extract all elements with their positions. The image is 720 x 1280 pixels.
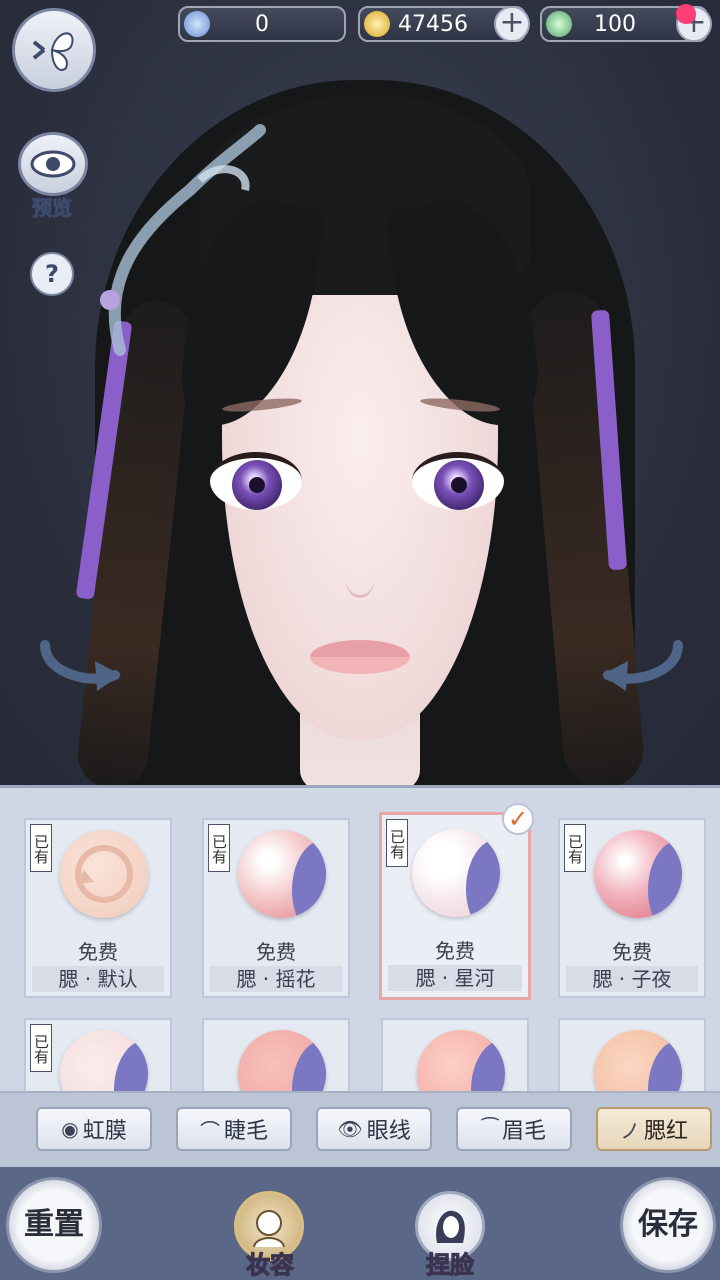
coin-icon xyxy=(364,11,390,37)
tab-label: 腮红 xyxy=(643,1119,688,1144)
currency-coin: 47456 + xyxy=(358,6,530,42)
blush-icon: ノ xyxy=(619,1118,640,1143)
tab-iris[interactable]: ◉ 虹膜 xyxy=(36,1107,152,1151)
currency-jade: 0 xyxy=(178,6,346,42)
blush-swatch xyxy=(238,1030,326,1094)
blush-swatch xyxy=(412,829,500,917)
blush-card[interactable]: 已有 xyxy=(24,1018,172,1094)
jade-icon xyxy=(184,11,210,37)
blush-card[interactable] xyxy=(558,1018,706,1094)
blush-swatch xyxy=(594,1030,682,1094)
preview-button[interactable] xyxy=(18,132,88,196)
reset-circle-icon xyxy=(75,845,133,903)
price-label: 免费 xyxy=(612,940,652,964)
add-coin-button[interactable]: + xyxy=(494,6,530,42)
currency-stamina-value: 100 xyxy=(594,11,636,37)
eye-right xyxy=(412,452,504,510)
iris-icon: ◉ xyxy=(61,1117,79,1141)
owned-tag: 已有 xyxy=(30,1024,52,1072)
preview-label: 预览 xyxy=(32,196,73,221)
blush-card[interactable] xyxy=(202,1018,350,1094)
owned-tag: 已有 xyxy=(564,824,586,872)
tab-label: 虹膜 xyxy=(82,1119,127,1144)
currency-jade-value: 0 xyxy=(255,11,269,37)
owned-tag: 已有 xyxy=(386,819,408,867)
blush-name: 腮 · 默认 xyxy=(32,966,164,992)
selected-check-icon: ✓ xyxy=(502,803,534,835)
eyeliner-icon: 👁 xyxy=(337,1117,363,1141)
owned-tag: 已有 xyxy=(208,824,230,872)
tab-blush[interactable]: ノ 腮红 xyxy=(596,1107,712,1151)
price-label: 免费 xyxy=(256,940,296,964)
blush-swatch xyxy=(594,830,682,918)
character-lips xyxy=(310,640,410,674)
character-nose xyxy=(345,555,375,598)
hair-ornament xyxy=(100,124,266,356)
currency-stamina: 100 + xyxy=(540,4,712,42)
blush-card[interactable] xyxy=(381,1018,529,1094)
tab-eyebrow[interactable]: ⁀ 眉毛 xyxy=(456,1107,572,1151)
tab-label: 睫毛 xyxy=(223,1119,268,1144)
makeup-tab-label: 妆容 xyxy=(246,1251,295,1280)
owned-tag: 已有 xyxy=(30,824,52,872)
bottom-navigation: 重置 妆容 捏脸 保存 xyxy=(0,1167,720,1280)
blush-swatch xyxy=(60,1030,148,1094)
blush-name: 腮 · 星河 xyxy=(388,965,522,991)
tab-label: 眼线 xyxy=(366,1119,411,1144)
blush-card-default[interactable]: 已有 免费 腮 · 默认 xyxy=(24,818,172,998)
tab-eyelash[interactable]: ⌒ 睫毛 xyxy=(176,1107,292,1151)
tab-eyeliner[interactable]: 👁 眼线 xyxy=(316,1107,432,1151)
reset-button[interactable]: 重置 xyxy=(6,1177,102,1273)
stamina-icon xyxy=(546,11,572,37)
eye-icon xyxy=(30,150,76,178)
blush-card-yaohua[interactable]: 已有 免费 腮 · 摇花 xyxy=(202,818,350,998)
face-edit-tab-label: 捏脸 xyxy=(426,1251,475,1280)
help-button[interactable]: ? xyxy=(30,252,74,296)
blush-swatch xyxy=(60,830,148,918)
makeup-category-tabs: ◉ 虹膜 ⌒ 睫毛 👁 眼线 ⁀ 眉毛 ノ 腮红 xyxy=(0,1091,720,1169)
makeup-face-icon xyxy=(253,1210,285,1248)
character-viewport[interactable] xyxy=(0,0,720,785)
blush-name: 腮 · 子夜 xyxy=(566,966,698,992)
reset-label: 重置 xyxy=(24,1207,84,1242)
back-button[interactable] xyxy=(12,8,96,92)
notification-dot xyxy=(676,4,696,24)
back-butterfly-icon xyxy=(32,32,74,71)
price-label: 免费 xyxy=(78,940,118,964)
face-profile-icon xyxy=(436,1210,465,1243)
price-label: 免费 xyxy=(435,939,475,963)
rotate-right-arrow[interactable] xyxy=(598,615,688,695)
blush-swatch xyxy=(417,1030,505,1094)
tab-label: 眉毛 xyxy=(502,1119,547,1144)
blush-card-ziye[interactable]: 已有 免费 腮 · 子夜 xyxy=(558,818,706,998)
blush-name: 腮 · 摇花 xyxy=(210,966,342,992)
currency-coin-value: 47456 xyxy=(398,11,468,37)
eye-left xyxy=(210,452,302,510)
blush-selection-panel: 已有 免费 腮 · 默认 已有 免费 腮 · 摇花 已有 免费 腮 · 星河 ✓… xyxy=(0,785,720,1094)
blush-swatch xyxy=(238,830,326,918)
save-button[interactable]: 保存 xyxy=(620,1177,716,1273)
save-label: 保存 xyxy=(638,1207,698,1242)
eyelash-icon: ⌒ xyxy=(199,1118,220,1143)
help-icon: ? xyxy=(45,260,59,288)
rotate-left-arrow[interactable] xyxy=(35,615,125,695)
eyebrow-icon: ⁀ xyxy=(481,1117,499,1141)
blush-card-xinghe[interactable]: 已有 免费 腮 · 星河 ✓ xyxy=(379,803,534,1000)
